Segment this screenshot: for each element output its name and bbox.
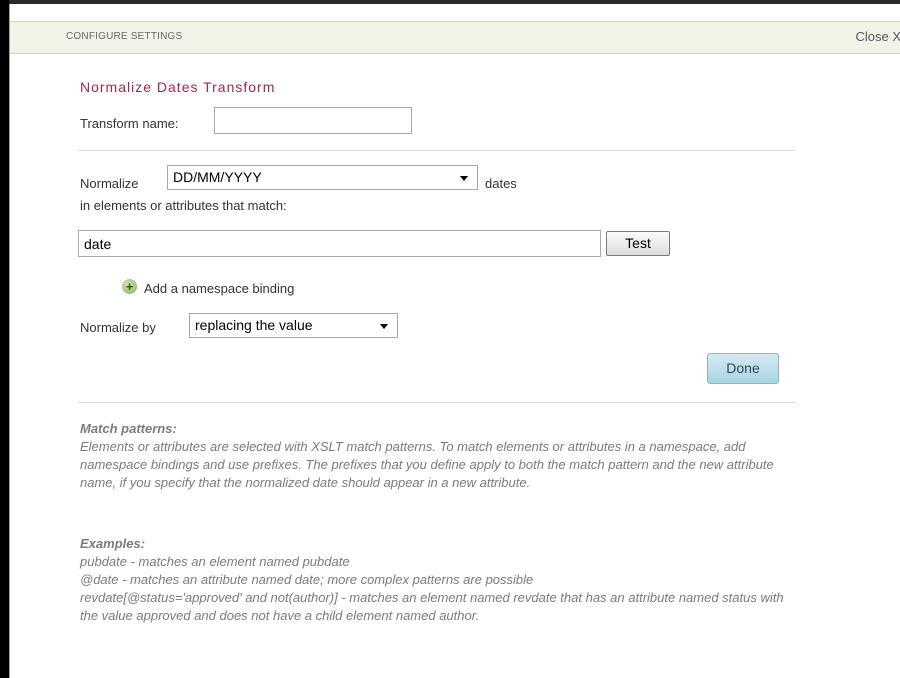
dialog-title: CONFIGURE SETTINGS [66, 31, 183, 42]
normalize-label: Normalize [80, 176, 139, 191]
done-button[interactable]: Done [707, 353, 779, 384]
normalize-by-value: replacing the value [195, 317, 313, 333]
dates-label: dates [485, 176, 517, 191]
add-namespace-label: Add a namespace binding [144, 281, 295, 296]
screen: CONFIGURE SETTINGS Close X Normalize Dat… [0, 0, 900, 678]
transform-title: Normalize Dates Transform [80, 79, 276, 95]
date-format-value: DD/MM/YYYY [173, 169, 262, 185]
window-left-border [0, 0, 9, 678]
divider [78, 402, 796, 403]
match-patterns-text: Elements or attributes are selected with… [80, 439, 774, 490]
plus-circle-icon: + [122, 279, 137, 294]
chevron-down-icon [460, 176, 468, 181]
example-item: revdate[@status='approved' and not(autho… [80, 590, 784, 623]
dialog-header: CONFIGURE SETTINGS Close X [10, 21, 900, 54]
normalize-by-select[interactable]: replacing the value [189, 313, 398, 338]
match-patterns-heading: Match patterns: [80, 421, 177, 436]
close-button[interactable]: Close X [855, 29, 900, 44]
date-format-select[interactable]: DD/MM/YYYY [167, 165, 478, 190]
examples-heading: Examples: [80, 536, 146, 551]
test-button[interactable]: Test [606, 231, 670, 256]
chevron-down-icon [380, 324, 388, 329]
match-pattern-input[interactable] [78, 230, 601, 257]
normalize-by-label: Normalize by [80, 320, 156, 335]
configure-settings-dialog: CONFIGURE SETTINGS Close X Normalize Dat… [9, 4, 900, 678]
divider [78, 150, 796, 151]
transform-name-input[interactable] [214, 107, 412, 134]
example-item: pubdate - matches an element named pubda… [80, 554, 350, 569]
match-label: in elements or attributes that match: [80, 198, 287, 213]
transform-name-label: Transform name: [80, 116, 179, 131]
example-item: @date - matches an attribute named date;… [80, 572, 534, 587]
